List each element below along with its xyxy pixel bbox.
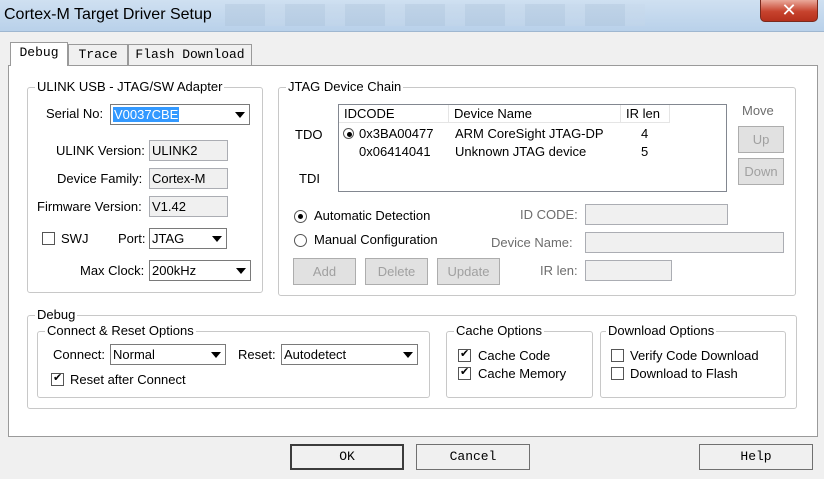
swj-label: SWJ — [61, 231, 89, 246]
column-header-ir-len[interactable]: IR len — [621, 105, 670, 123]
list-item[interactable]: 0x06414041 Unknown JTAG device 5 — [339, 143, 669, 161]
download-options-legend: Download Options — [606, 323, 717, 338]
manual-configuration-label: Manual Configuration — [314, 232, 438, 247]
help-button[interactable]: Help — [699, 444, 813, 470]
background-window-ghost — [225, 4, 645, 26]
ulink-version-label: ULINK Version: — [56, 143, 145, 158]
port-label: Port: — [118, 231, 146, 246]
device-name-field[interactable] — [585, 232, 784, 253]
cache-memory-checkbox[interactable] — [458, 365, 471, 380]
tab-trace[interactable]: Trace — [68, 44, 128, 65]
download-options-group — [600, 331, 786, 398]
id-code-label: ID CODE: — [520, 207, 578, 222]
swj-checkbox[interactable] — [42, 232, 55, 245]
cache-options-legend: Cache Options — [454, 323, 544, 338]
reset-label: Reset: — [238, 347, 276, 362]
tdo-label: TDO — [295, 127, 323, 142]
device-name-label: Device Name: — [491, 235, 573, 250]
device-family-field: Cortex-M — [149, 168, 228, 189]
row-ir-len: 5 — [641, 144, 649, 159]
chevron-down-icon[interactable] — [399, 346, 416, 363]
row-idcode: 0x3BA00477 — [359, 126, 434, 141]
cache-memory-label: Cache Memory — [478, 366, 567, 381]
download-to-flash-label: Download to Flash — [630, 366, 738, 381]
window-title: Cortex-M Target Driver Setup — [4, 6, 212, 23]
close-button[interactable]: ✕ — [760, 0, 818, 22]
row-ir-len: 4 — [641, 126, 649, 141]
manual-configuration-radio[interactable] — [294, 234, 307, 247]
verify-code-download-label: Verify Code Download — [630, 348, 759, 363]
cache-code-label: Cache Code — [478, 348, 551, 363]
reset-value: Autodetect — [284, 347, 347, 362]
device-family-label: Device Family: — [57, 171, 143, 186]
jtag-device-list[interactable]: IDCODE Device Name IR len 0x3BA00477 ARM… — [338, 104, 727, 192]
chevron-down-icon[interactable] — [208, 230, 225, 247]
firmware-version-label: Firmware Version: — [37, 199, 142, 214]
port-combo[interactable]: JTAG — [149, 228, 227, 249]
tab-flash-download-label: Flash Download — [135, 47, 245, 62]
move-down-button[interactable]: Down — [738, 158, 784, 185]
tab-trace-label: Trace — [78, 47, 118, 62]
chevron-down-icon[interactable] — [207, 346, 224, 363]
ulink-adapter-legend: ULINK USB - JTAG/SW Adapter — [35, 79, 225, 94]
download-to-flash-checkbox[interactable] — [611, 367, 624, 380]
list-item[interactable]: 0x3BA00477 ARM CoreSight JTAG-DP 4 — [339, 125, 669, 143]
serial-label: Serial No: — [46, 106, 104, 121]
serial-combo[interactable]: V0037CBE — [110, 104, 250, 125]
ir-len-field[interactable] — [585, 260, 672, 281]
max-clock-value: 200kHz — [152, 263, 197, 278]
row-idcode: 0x06414041 — [359, 144, 431, 159]
firmware-version-field: V1.42 — [149, 196, 228, 217]
close-icon: ✕ — [781, 0, 797, 20]
row-device-name: Unknown JTAG device — [455, 144, 587, 159]
column-header-idcode[interactable]: IDCODE — [339, 105, 449, 123]
cancel-button[interactable]: Cancel — [416, 444, 530, 470]
title-bar: Cortex-M Target Driver Setup ✕ — [0, 0, 824, 32]
column-header-device-name[interactable]: Device Name — [449, 105, 621, 123]
serial-value: V0037CBE — [113, 107, 180, 122]
move-label: Move — [742, 103, 774, 118]
ulink-version-field: ULINK2 — [149, 140, 228, 161]
ir-len-label: IR len: — [540, 263, 578, 278]
automatic-detection-radio[interactable] — [294, 210, 307, 223]
chevron-down-icon[interactable] — [232, 262, 249, 279]
move-up-button[interactable]: Up — [738, 126, 784, 153]
cache-code-checkbox[interactable] — [458, 347, 471, 362]
tdi-label: TDI — [299, 171, 320, 186]
connect-label: Connect: — [53, 347, 106, 362]
connect-value: Normal — [113, 347, 155, 362]
ok-button[interactable]: OK — [290, 444, 404, 470]
verify-code-download-checkbox[interactable] — [611, 349, 624, 362]
tab-debug-label: Debug — [19, 45, 59, 60]
update-button[interactable]: Update — [437, 258, 500, 285]
port-value: JTAG — [152, 231, 185, 246]
reset-after-connect-label: Reset after Connect — [70, 372, 186, 387]
max-clock-label: Max Clock: — [80, 263, 145, 278]
id-code-field[interactable] — [585, 204, 728, 225]
max-clock-combo[interactable]: 200kHz — [149, 260, 251, 281]
add-button[interactable]: Add — [293, 258, 356, 285]
debug-legend: Debug — [35, 307, 78, 322]
selected-row-icon — [343, 128, 354, 139]
tab-debug[interactable]: Debug — [10, 42, 68, 66]
connect-combo[interactable]: Normal — [110, 344, 226, 365]
row-device-name: ARM CoreSight JTAG-DP — [455, 126, 604, 141]
chevron-down-icon[interactable] — [231, 106, 248, 123]
tab-flash-download[interactable]: Flash Download — [128, 44, 252, 65]
jtag-chain-legend: JTAG Device Chain — [286, 79, 404, 94]
delete-button[interactable]: Delete — [365, 258, 428, 285]
reset-after-connect-checkbox[interactable] — [51, 371, 64, 386]
automatic-detection-label: Automatic Detection — [314, 208, 431, 223]
connect-reset-legend: Connect & Reset Options — [45, 323, 196, 338]
reset-combo[interactable]: Autodetect — [281, 344, 418, 365]
